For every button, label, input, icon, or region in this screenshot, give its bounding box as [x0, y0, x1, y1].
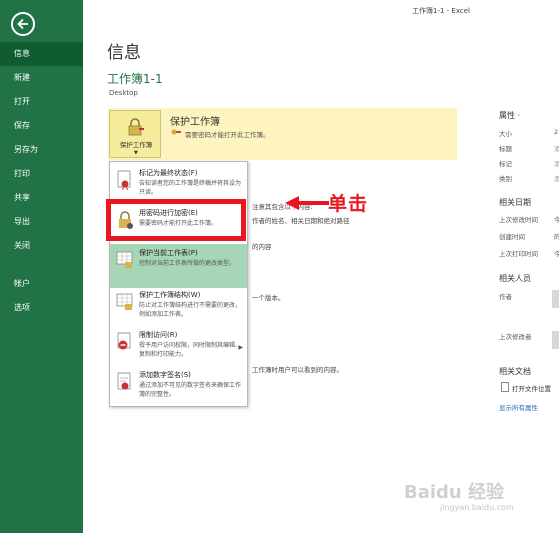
date-value: 今	[554, 250, 559, 258]
key-icon	[171, 129, 181, 135]
menu-item-title: 标记为最终状态(F)	[139, 169, 198, 177]
protect-description: 需要密码才能打开此工作簿。	[185, 131, 270, 139]
protect-workbook-menu: 标记为最终状态(F) 告知读者您的工作簿是终稿并将其设为只读。 用密码进行加密(…	[109, 161, 248, 407]
chevron-down-icon: ▼	[134, 150, 138, 156]
prop-label: 标记	[499, 160, 512, 168]
watermark-url: jingyan.baidu.com	[440, 503, 514, 512]
sidebar-item-close[interactable]: 关闭	[0, 234, 83, 258]
people-label: 上次修改者	[499, 333, 532, 341]
menu-item-title: 保护工作簿结构(W)	[139, 291, 201, 299]
prop-value: 2	[554, 128, 559, 136]
protect-button-label: 保护工作簿	[119, 141, 153, 149]
menu-item-desc: 告知读者您的工作簿是终稿并将其设为只读。	[139, 180, 242, 196]
prop-label: 大小	[499, 130, 512, 138]
date-label: 创建时间	[499, 233, 525, 241]
sidebar-item-print[interactable]: 打印	[0, 162, 83, 186]
highlight-box	[106, 199, 246, 241]
date-value: 今	[554, 216, 559, 224]
callout-arrow-icon	[285, 196, 329, 210]
menu-item-desc: 授予用户访问权限，同时限制其编辑、复制和打印能力。	[139, 342, 242, 358]
protect-workbook-button[interactable]: 保护工作簿 ▼	[109, 110, 161, 158]
workbook-name: 工作簿1-1	[107, 72, 163, 86]
prop-label: 类别	[499, 175, 512, 183]
sidebar-item-options[interactable]: 选项	[0, 296, 83, 320]
sidebar-item-share[interactable]: 共享	[0, 186, 83, 210]
menu-item-protect-structure[interactable]: 保护工作簿结构(W) 防止对工作簿结构进行不需要的更改，例如添加工作表。	[110, 286, 247, 330]
inspect-content: 的内容	[252, 243, 272, 251]
people-label: 作者	[499, 293, 512, 301]
menu-item-title: 保护当前工作表(P)	[139, 249, 198, 257]
date-label: 上次修改时间	[499, 216, 538, 224]
prop-value[interactable]: 添	[554, 158, 559, 168]
folder-icon	[501, 382, 509, 392]
menu-item-digital-signature[interactable]: 添加数字签名(S) 通过添加不可见的数字签名来确保工作簿的完整性。	[110, 366, 247, 410]
sidebar-item-save[interactable]: 保存	[0, 114, 83, 138]
sidebar-nav-lower: 帐户 选项	[0, 272, 83, 320]
final-icon	[117, 170, 131, 190]
menu-item-protect-sheet[interactable]: 保护当前工作表(P) 控制对当前工作表所做的更改类型。	[110, 244, 247, 288]
people-heading: 相关人员	[499, 274, 531, 283]
sidebar-item-info[interactable]: 信息	[0, 42, 83, 66]
menu-item-desc: 通过添加不可见的数字签名来确保工作簿的完整性。	[139, 382, 242, 398]
sidebar-item-new[interactable]: 新建	[0, 66, 83, 90]
menu-item-title: 限制访问(R)	[139, 331, 178, 339]
dates-heading: 相关日期	[499, 198, 531, 207]
callout-label: 单击	[328, 193, 369, 215]
docs-heading: 相关文档	[499, 367, 531, 376]
inspect-detail: 作者的姓名、相关日期和绝对路径	[252, 217, 350, 225]
prop-label: 标题	[499, 145, 512, 153]
menu-item-desc: 防止对工作簿结构进行不需要的更改，例如添加工作表。	[139, 302, 242, 318]
sidebar-item-export[interactable]: 导出	[0, 210, 83, 234]
sidebar-item-save-as[interactable]: 另存为	[0, 138, 83, 162]
date-label: 上次打印时间	[499, 250, 538, 258]
menu-item-restrict-access[interactable]: 限制访问(R) 授予用户访问权限，同时限制其编辑、复制和打印能力。 ▶	[110, 326, 247, 370]
signature-icon	[117, 372, 131, 390]
back-arrow-icon[interactable]	[11, 12, 35, 36]
protect-heading: 保护工作簿	[170, 117, 220, 128]
page-title: 信息	[107, 43, 141, 63]
sheet-lock-icon	[116, 251, 133, 268]
file-location: Desktop	[109, 89, 138, 97]
avatar	[552, 331, 559, 349]
prop-value[interactable]: 添	[554, 173, 559, 183]
restrict-icon	[117, 332, 131, 350]
structure-lock-icon	[116, 293, 133, 310]
versions-text: 一个版本。	[252, 294, 285, 302]
menu-item-desc: 控制对当前工作表所做的更改类型。	[139, 260, 236, 267]
properties-heading[interactable]: 属性 ·	[499, 110, 520, 121]
backstage-sidebar: 信息 新建 打开 保存 另存为 打印 共享 导出 关闭 帐户 选项	[0, 0, 83, 533]
watermark-logo: Baidu 经验	[404, 482, 505, 503]
browser-view-text: 工作簿时用户可以看到的内容。	[252, 366, 343, 374]
lock-key-icon	[128, 118, 144, 136]
sidebar-item-open[interactable]: 打开	[0, 90, 83, 114]
avatar	[552, 290, 559, 308]
open-file-location-link[interactable]: 打开文件位置	[512, 383, 551, 393]
date-value: 的	[554, 233, 559, 241]
chevron-right-icon: ▶	[238, 344, 243, 351]
menu-item-title: 添加数字签名(S)	[139, 371, 191, 379]
sidebar-item-account[interactable]: 帐户	[0, 272, 83, 296]
sidebar-nav: 信息 新建 打开 保存 另存为 打印 共享 导出 关闭	[0, 42, 83, 258]
window-title: 工作簿1-1 - Excel	[412, 7, 470, 15]
show-all-properties-link[interactable]: 显示所有属性	[499, 402, 538, 412]
prop-value[interactable]: 添	[554, 143, 559, 153]
